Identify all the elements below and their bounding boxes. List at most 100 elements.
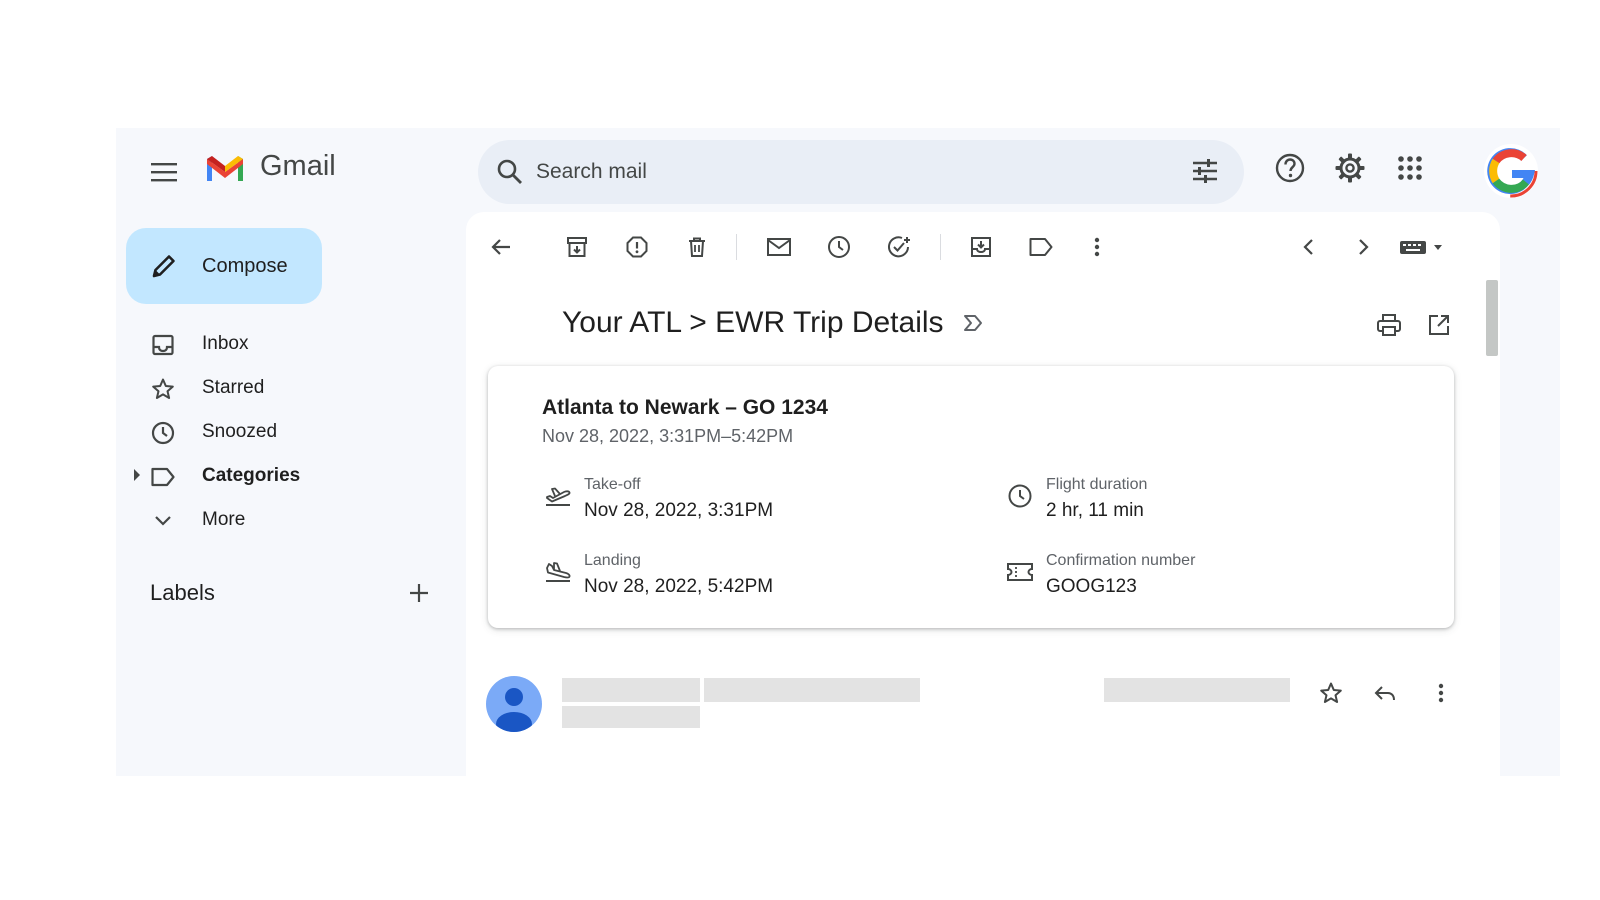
more-vert-icon	[1438, 683, 1444, 703]
takeoff-label: Take-off	[584, 476, 641, 493]
chevron-right-icon	[1359, 239, 1369, 255]
toolbar-divider	[736, 234, 737, 260]
google-g-icon	[1484, 144, 1538, 198]
star-icon	[150, 376, 176, 402]
mark-unread-button[interactable]	[762, 230, 796, 264]
hamburger-icon	[151, 163, 177, 182]
sidebar-item-more[interactable]: More	[116, 500, 456, 540]
clock-icon	[150, 420, 176, 446]
envelope-icon	[767, 238, 791, 256]
gmail-m-icon	[207, 155, 243, 181]
trash-icon	[689, 237, 705, 257]
move-to-icon	[971, 237, 991, 257]
takeoff-value: Nov 28, 2022, 3:31PM	[584, 500, 774, 521]
sidebar-item-starred[interactable]: Starred	[116, 368, 456, 408]
apps-button[interactable]	[1390, 148, 1430, 188]
delete-button[interactable]	[680, 230, 714, 264]
archive-button[interactable]	[560, 230, 594, 264]
newer-button[interactable]	[1292, 230, 1326, 264]
open-new-window-button[interactable]	[1422, 308, 1456, 342]
account-avatar[interactable]	[1484, 144, 1538, 198]
labels-heading: Labels	[150, 580, 215, 605]
open-in-new-icon	[1429, 315, 1449, 335]
email-subject-text: Your ATL > EWR Trip Details	[562, 306, 944, 339]
flight-title: Atlanta to Newark – GO 1234	[542, 396, 828, 419]
compose-label: Compose	[202, 254, 288, 277]
older-button[interactable]	[1346, 230, 1380, 264]
add-task-icon	[888, 236, 910, 258]
sidebar-item-snoozed[interactable]: Snoozed	[116, 412, 456, 452]
archive-icon	[567, 237, 587, 257]
help-icon	[1275, 153, 1305, 183]
confirmation-value: GOOG123	[1046, 576, 1137, 597]
flight-time-range: Nov 28, 2022, 3:31PM–5:42PM	[542, 426, 794, 446]
sidebar-item-label: Categories	[202, 465, 301, 486]
takeoff-field: Take-off Nov 28, 2022, 3:31PM	[542, 476, 942, 526]
star-icon	[1320, 682, 1342, 703]
settings-button[interactable]	[1330, 148, 1370, 188]
spam-icon	[626, 236, 648, 258]
email-subject: Your ATL > EWR Trip Details	[562, 306, 984, 340]
back-button[interactable]	[484, 230, 518, 264]
sidebar-item-categories[interactable]: Categories	[116, 456, 456, 496]
sidebar-item-label: Inbox	[202, 333, 249, 354]
landing-field: Landing Nov 28, 2022, 5:42PM	[542, 552, 942, 602]
search-input[interactable]	[536, 154, 1136, 190]
duration-field: Flight duration 2 hr, 11 min	[1004, 476, 1404, 526]
create-label-button[interactable]	[404, 578, 434, 608]
gmail-wordmark: Gmail	[260, 150, 336, 182]
confirmation-label: Confirmation number	[1046, 552, 1196, 569]
back-arrow-icon	[491, 239, 510, 255]
search-icon[interactable]	[496, 158, 524, 186]
sidebar-item-label: Snoozed	[202, 421, 278, 442]
gmail-logo[interactable]: Gmail	[204, 150, 336, 183]
expand-arrow-icon[interactable]	[134, 469, 140, 481]
printer-icon	[1377, 314, 1401, 336]
landing-value: Nov 28, 2022, 5:42PM	[584, 576, 774, 597]
sidebar-item-inbox[interactable]: Inbox	[116, 324, 456, 364]
sender-avatar[interactable]	[486, 676, 542, 732]
toolbar-divider	[940, 234, 941, 260]
reply-button[interactable]	[1368, 676, 1402, 710]
print-all-button[interactable]	[1372, 308, 1406, 342]
sidebar-item-label: Starred	[202, 377, 265, 398]
flight-takeoff-icon	[542, 480, 574, 512]
star-message-button[interactable]	[1314, 676, 1348, 710]
move-to-button[interactable]	[964, 230, 998, 264]
input-tools-button[interactable]	[1396, 230, 1452, 264]
search-options-icon[interactable]	[1190, 156, 1220, 186]
more-options-button[interactable]	[1080, 230, 1114, 264]
inbox-icon	[150, 332, 176, 358]
label-icon	[150, 464, 176, 490]
gmail-window: Gmail Search mail Compose Inbox Starred …	[116, 128, 1560, 776]
message-more-button[interactable]	[1424, 676, 1458, 710]
support-button[interactable]	[1270, 148, 1310, 188]
duration-label: Flight duration	[1046, 476, 1148, 493]
snooze-button[interactable]	[822, 230, 856, 264]
message-view: Your ATL > EWR Trip Details Atlanta to N…	[466, 212, 1500, 776]
labels-button[interactable]	[1024, 230, 1058, 264]
plus-icon	[410, 584, 428, 602]
clock-icon	[828, 236, 850, 258]
sidebar-item-label: More	[202, 509, 246, 530]
pencil-icon	[152, 255, 175, 278]
scrollbar-thumb[interactable]	[1486, 280, 1498, 356]
flight-landing-icon	[542, 556, 574, 588]
important-marker-icon[interactable]	[962, 313, 984, 333]
reply-icon	[1374, 686, 1395, 701]
sender-email-placeholder	[704, 678, 920, 702]
report-spam-button[interactable]	[620, 230, 654, 264]
main-menu-button[interactable]	[146, 154, 182, 190]
compose-button[interactable]: Compose	[126, 228, 322, 304]
chevron-down-icon	[150, 508, 176, 534]
ticket-icon	[1004, 556, 1036, 588]
duration-value: 2 hr, 11 min	[1046, 500, 1144, 521]
more-vert-icon	[1094, 237, 1100, 257]
confirmation-field: Confirmation number GOOG123	[1004, 552, 1404, 602]
keyboard-icon	[1400, 241, 1442, 254]
person-icon	[496, 688, 532, 732]
search-bar[interactable]	[478, 140, 1244, 204]
label-icon	[1029, 238, 1053, 256]
recipient-placeholder	[562, 706, 700, 728]
add-to-tasks-button[interactable]	[882, 230, 916, 264]
